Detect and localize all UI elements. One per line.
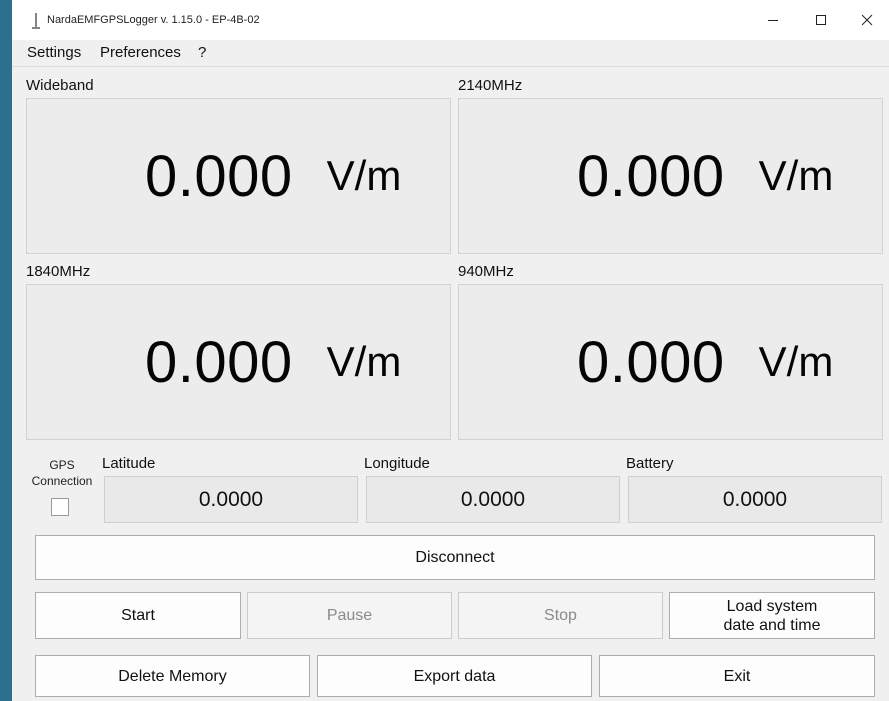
export-data-button[interactable]: Export data (317, 655, 592, 697)
meter-panel-1840: 0.000 V/m (26, 284, 451, 440)
close-icon (861, 14, 873, 26)
load-system-time-button[interactable]: Load system date and time (669, 592, 875, 639)
maximize-button[interactable] (797, 0, 845, 40)
longitude-label: Longitude (364, 455, 430, 472)
start-button[interactable]: Start (35, 592, 241, 639)
load-time-line2: date and time (723, 616, 821, 634)
gps-connection-checkbox[interactable] (51, 498, 69, 516)
menu-settings[interactable]: Settings (27, 44, 81, 61)
meter-value: 0.000 (577, 143, 725, 209)
menu-preferences[interactable]: Preferences (100, 44, 181, 61)
maximize-icon (816, 15, 826, 25)
minimize-icon (768, 20, 778, 21)
battery-value: 0.0000 (722, 487, 788, 511)
longitude-value-box: 0.0000 (366, 476, 620, 523)
disconnect-button[interactable]: Disconnect (35, 535, 875, 580)
battery-value-box: 0.0000 (628, 476, 882, 523)
pause-button[interactable]: Pause (247, 592, 452, 639)
latitude-label: Latitude (102, 455, 156, 472)
battery-label: Battery (626, 455, 674, 472)
meter-label-wideband: Wideband (26, 77, 94, 94)
meter-unit: V/m (758, 338, 834, 385)
meter-unit: V/m (758, 152, 834, 199)
gps-label-line1: GPS (49, 458, 75, 472)
meter-value: 0.000 (145, 143, 293, 209)
meter-unit: V/m (326, 152, 402, 199)
menu-bar: Settings Preferences ? (12, 40, 889, 67)
close-button[interactable] (843, 0, 889, 40)
meter-reading: 0.000 V/m (577, 285, 833, 439)
meter-value: 0.000 (145, 329, 293, 395)
app-probe-icon (32, 13, 40, 29)
gps-label-line2: Connection (31, 474, 93, 488)
meter-panel-940: 0.000 V/m (458, 284, 883, 440)
meter-label-940: 940MHz (458, 263, 514, 280)
meter-value: 0.000 (577, 329, 725, 395)
title-bar[interactable]: NardaEMFGPSLogger v. 1.15.0 - EP-4B-02 (12, 0, 889, 40)
latitude-value: 0.0000 (198, 487, 264, 511)
longitude-value: 0.0000 (460, 487, 526, 511)
desktop-background-edge (0, 0, 64, 701)
meter-reading: 0.000 V/m (145, 285, 401, 439)
meter-panel-wideband: 0.000 V/m (26, 98, 451, 254)
meter-reading: 0.000 V/m (577, 99, 833, 253)
meter-panel-2140: 0.000 V/m (458, 98, 883, 254)
latitude-value-box: 0.0000 (104, 476, 358, 523)
meter-label-1840: 1840MHz (26, 263, 91, 280)
exit-button[interactable]: Exit (599, 655, 875, 697)
window-title: NardaEMFGPSLogger v. 1.15.0 - EP-4B-02 (47, 14, 260, 26)
meter-unit: V/m (326, 338, 402, 385)
menu-help[interactable]: ? (198, 44, 206, 61)
meter-reading: 0.000 V/m (145, 99, 401, 253)
meter-label-2140: 2140MHz (458, 77, 523, 94)
delete-memory-button[interactable]: Delete Memory (35, 655, 310, 697)
app-window: NardaEMFGPSLogger v. 1.15.0 - EP-4B-02 S… (12, 0, 889, 701)
minimize-button[interactable] (749, 0, 797, 40)
load-time-line1: Load system (726, 597, 818, 615)
stop-button[interactable]: Stop (458, 592, 663, 639)
gps-connection-label: GPS Connection (26, 457, 98, 489)
